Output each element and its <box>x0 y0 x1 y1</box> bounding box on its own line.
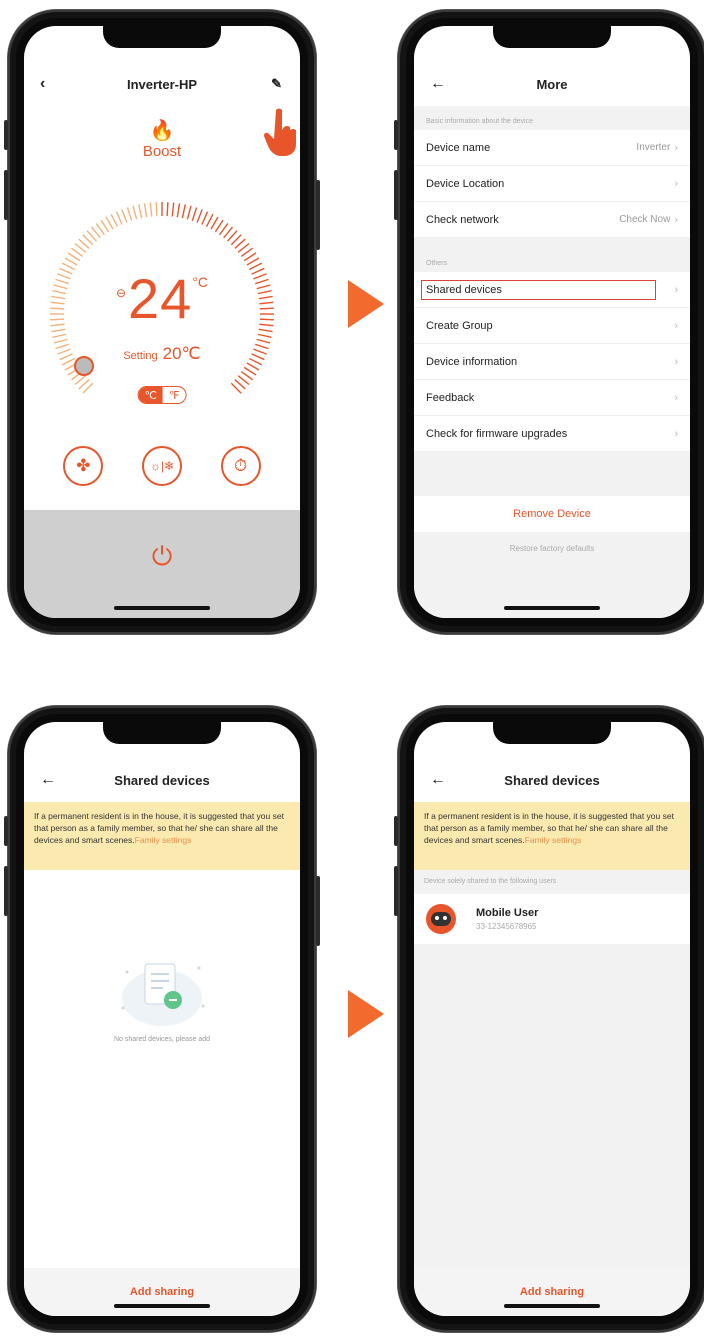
mode-indicator: 🔥 Boost <box>24 118 300 160</box>
timer-button[interactable]: ⏱ <box>220 446 261 486</box>
empty-state-text: No shared devices, please add <box>113 1036 211 1043</box>
nav-bar: ← More <box>414 68 690 100</box>
setting-readout: Setting 20℃ <box>24 344 300 364</box>
user-name: Mobile User <box>476 907 539 919</box>
page-title: More <box>536 76 568 92</box>
phone-frame-2: ← More Basic information about the devic… <box>394 10 704 634</box>
chevron-right-icon: › <box>674 319 678 332</box>
fan-button[interactable]: ✤ <box>63 446 104 486</box>
chevron-right-icon: › <box>674 177 678 190</box>
back-arrow-icon[interactable]: ← <box>430 75 446 93</box>
temp-unit: °C <box>192 274 209 290</box>
section-header-others: Others <box>426 260 448 267</box>
page-title: Inverter-HP <box>126 76 198 92</box>
shared-devices-list-screen: ← Shared devices If a permanent resident… <box>414 722 690 1316</box>
unit-toggle[interactable]: ℃ ℉ <box>137 386 187 404</box>
device-control-screen: ‹ Inverter-HP ✎ 🔥 Boost ⊖24°C Setting 20… <box>24 26 300 618</box>
mode-button[interactable]: ☼|❄ <box>141 446 182 486</box>
nav-bar: ← Shared devices <box>414 764 690 796</box>
row-shared-devices[interactable]: Shared devices › <box>414 272 690 308</box>
back-arrow-icon[interactable]: ← <box>40 771 56 789</box>
power-icon[interactable]: ⏻ <box>152 541 173 573</box>
shared-users-header: Device solely shared to the following us… <box>424 878 557 885</box>
row-create-group[interactable]: Create Group › <box>414 308 690 344</box>
flame-icon: 🔥 <box>149 120 175 142</box>
mode-label: Boost <box>142 143 182 160</box>
avatar <box>426 904 456 934</box>
user-id: 33-12345678965 <box>476 922 537 931</box>
row-device-name[interactable]: Device name Inverter › <box>414 130 690 166</box>
back-icon[interactable]: ‹ <box>40 75 45 93</box>
fahrenheit-option[interactable]: ℉ <box>163 387 185 403</box>
back-arrow-icon[interactable]: ← <box>430 771 446 789</box>
nav-bar: ← Shared devices <box>24 764 300 796</box>
row-feedback[interactable]: Feedback › <box>414 380 690 416</box>
family-tip-banner: If a permanent resident is in the house,… <box>414 802 690 870</box>
row-device-information[interactable]: Device information › <box>414 344 690 380</box>
chevron-right-icon: › <box>674 391 678 404</box>
chevron-right-icon: › <box>674 283 678 296</box>
phone-frame-3: ← Shared devices If a permanent resident… <box>4 706 320 1332</box>
section-header-basic: Basic information about the device <box>426 118 534 125</box>
chevron-right-icon: › <box>674 355 678 368</box>
restore-defaults-link[interactable]: Restore factory defaults <box>414 544 690 553</box>
shared-devices-empty-screen: ← Shared devices If a permanent resident… <box>24 722 300 1316</box>
page-title: Shared devices <box>114 772 210 788</box>
add-sharing-button[interactable]: Add sharing <box>414 1286 690 1298</box>
minus-icon[interactable]: ⊖ <box>116 286 126 300</box>
nav-bar: ‹ Inverter-HP ✎ <box>24 68 300 100</box>
fan-icon: ✤ <box>76 456 91 475</box>
row-device-location[interactable]: Device Location › <box>414 166 690 202</box>
flow-arrow-right-icon <box>348 990 384 1038</box>
phone-frame-1: ‹ Inverter-HP ✎ 🔥 Boost ⊖24°C Setting 20… <box>4 10 320 634</box>
flow-arrow-right-icon <box>348 280 384 328</box>
chevron-right-icon: › <box>674 427 678 440</box>
row-firmware-upgrades[interactable]: Check for firmware upgrades › <box>414 416 690 452</box>
sun-snow-icon: ☼|❄ <box>149 459 175 473</box>
setting-value: 20℃ <box>162 344 201 363</box>
chevron-right-icon: › <box>674 213 678 226</box>
family-settings-link[interactable]: Family settings <box>135 835 192 845</box>
control-buttons: ✤ ☼|❄ ⏱ <box>24 446 300 486</box>
celsius-option[interactable]: ℃ <box>138 387 163 403</box>
remove-device-button[interactable]: Remove Device <box>414 496 690 532</box>
page-title: Shared devices <box>504 772 600 788</box>
add-sharing-button[interactable]: Add sharing <box>24 1286 300 1298</box>
pointing-hand-icon <box>264 108 296 156</box>
phone-frame-4: ← Shared devices If a permanent resident… <box>394 706 704 1332</box>
shared-user-row[interactable]: Mobile User 33-12345678965 <box>414 894 690 944</box>
chevron-right-icon: › <box>674 141 678 154</box>
current-temperature: ⊖24°C <box>24 266 300 331</box>
timer-icon: ⏱ <box>234 456 248 475</box>
family-tip-banner: If a permanent resident is in the house,… <box>24 802 300 870</box>
setting-label: Setting <box>123 350 158 362</box>
temp-value: 24 <box>128 267 193 330</box>
row-check-network[interactable]: Check network Check Now › <box>414 202 690 238</box>
empty-document-illustration <box>121 963 205 1026</box>
more-settings-screen: ← More Basic information about the devic… <box>414 26 690 618</box>
family-settings-link[interactable]: Family settings <box>525 835 582 845</box>
edit-pencil-icon[interactable]: ✎ <box>271 76 282 92</box>
power-bar: ⏻ <box>24 510 300 618</box>
